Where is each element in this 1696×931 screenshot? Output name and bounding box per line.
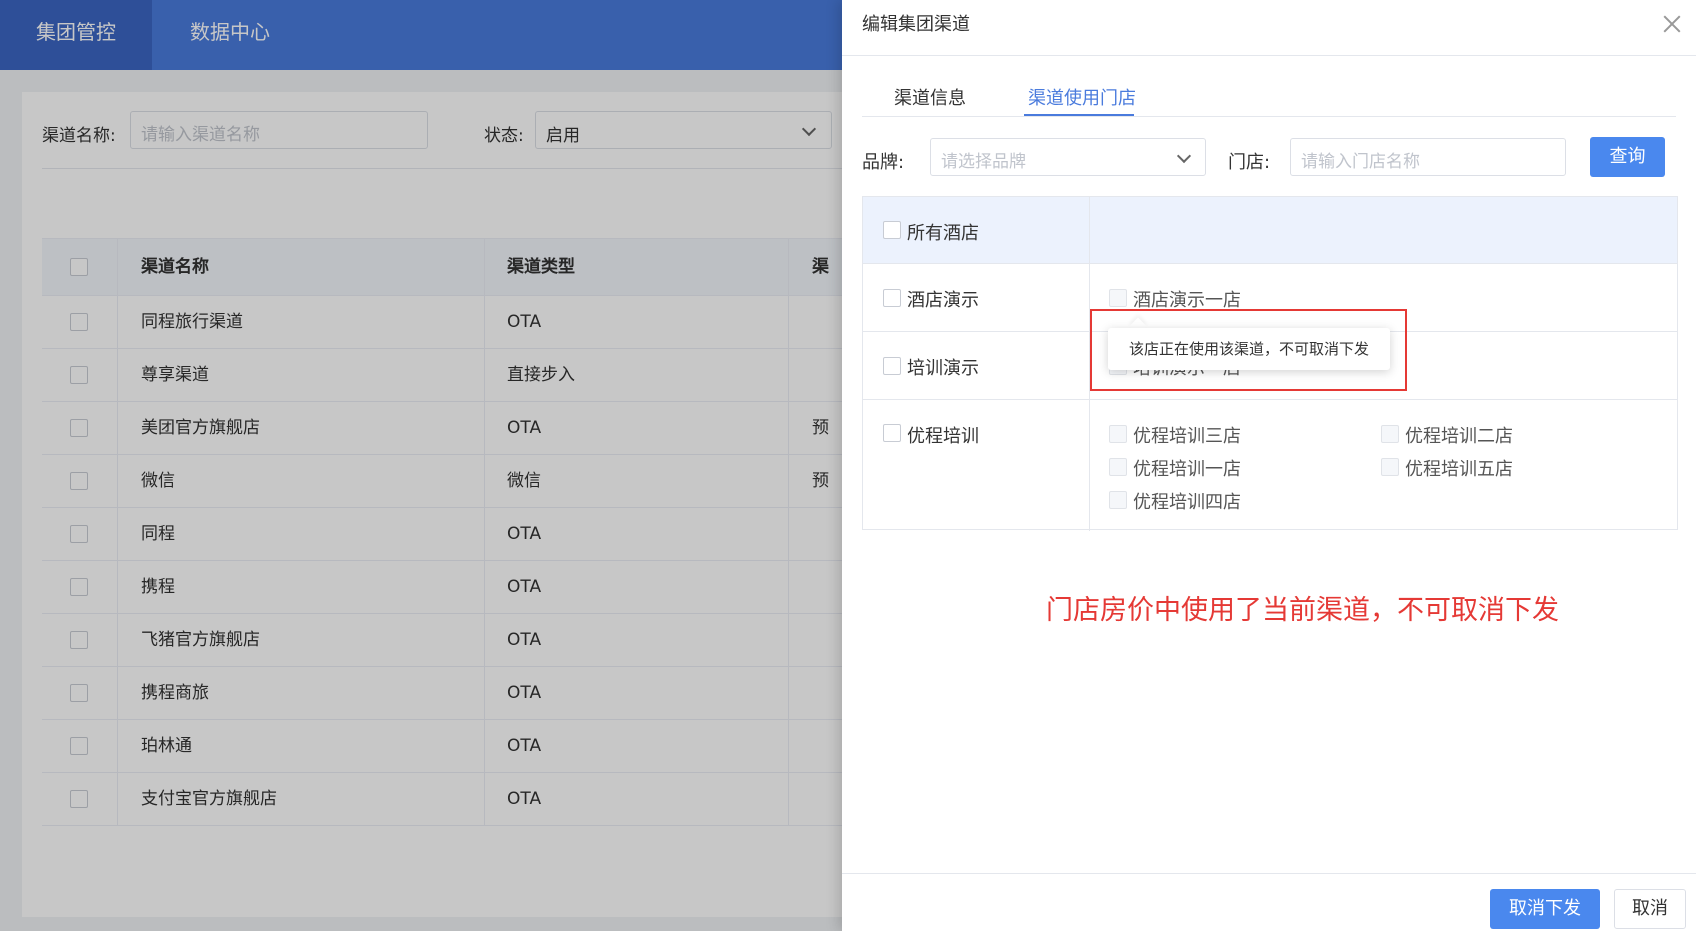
store-checkbox[interactable] <box>1109 289 1127 307</box>
annotation-text: 门店房价中使用了当前渠道，不可取消下发 <box>1046 595 1559 626</box>
store-item[interactable]: 优程培训四店 <box>1109 488 1241 514</box>
tab-channel-stores[interactable]: 渠道使用门店 <box>1028 84 1136 110</box>
brand-checkbox[interactable] <box>883 424 901 442</box>
brand-placeholder: 请选择品牌 <box>941 152 1026 172</box>
store-item[interactable]: 优程培训三店 <box>1109 422 1241 448</box>
cancel-button[interactable]: 取消 <box>1614 889 1686 929</box>
store-item[interactable]: 优程培训五店 <box>1381 455 1513 481</box>
store-checkbox[interactable] <box>1381 425 1399 443</box>
chevron-down-icon <box>1176 148 1192 164</box>
cancel-distribute-button[interactable]: 取消下发 <box>1490 889 1600 929</box>
brand-row: 优程培训 优程培训三店 优程培训二店 优程培训一店 优程培训五店 优程培训四店 <box>863 400 1677 531</box>
all-hotels-row: 所有酒店 <box>863 197 1677 264</box>
store-name-placeholder: 请输入门店名称 <box>1301 152 1420 172</box>
store-checkbox[interactable] <box>1109 425 1127 443</box>
store-checkbox[interactable] <box>1109 458 1127 476</box>
store-name: 优程培训二店 <box>1405 426 1513 447</box>
brand-checkbox[interactable] <box>883 289 901 307</box>
store-name: 酒店演示一店 <box>1133 290 1241 311</box>
tabs-divider <box>862 116 1676 117</box>
query-button[interactable]: 查询 <box>1590 137 1665 177</box>
store-checkbox[interactable] <box>1109 491 1127 509</box>
modal-overlay[interactable] <box>0 0 842 931</box>
close-icon[interactable] <box>1660 12 1684 36</box>
store-name: 优程培训五店 <box>1405 459 1513 480</box>
tab-channel-info[interactable]: 渠道信息 <box>894 84 966 110</box>
annotation-highlight-box <box>1090 309 1407 391</box>
footer-divider <box>842 873 1696 874</box>
drawer-title: 编辑集团渠道 <box>862 14 970 35</box>
title-divider <box>842 55 1696 56</box>
store-name: 优程培训一店 <box>1133 459 1241 480</box>
all-hotels-checkbox[interactable] <box>883 221 901 239</box>
brand-label: 品牌: <box>862 152 905 173</box>
store-checkbox[interactable] <box>1381 458 1399 476</box>
store-name-input[interactable]: 请输入门店名称 <box>1290 138 1566 176</box>
brand-select[interactable]: 请选择品牌 <box>930 138 1206 176</box>
brand-name: 优程培训 <box>907 426 979 447</box>
store-name: 优程培训四店 <box>1133 492 1241 513</box>
store-item[interactable]: 优程培训二店 <box>1381 422 1513 448</box>
store-item[interactable]: 优程培训一店 <box>1109 455 1241 481</box>
brand-name: 培训演示 <box>907 358 979 379</box>
store-label: 门店: <box>1228 152 1271 173</box>
brand-checkbox[interactable] <box>883 357 901 375</box>
edit-channel-drawer: 编辑集团渠道 渠道信息 渠道使用门店 品牌: 请选择品牌 门店: 请输入门店名称… <box>842 0 1696 931</box>
store-name: 优程培训三店 <box>1133 426 1241 447</box>
all-hotels-label: 所有酒店 <box>907 223 979 244</box>
brand-name: 酒店演示 <box>907 290 979 311</box>
